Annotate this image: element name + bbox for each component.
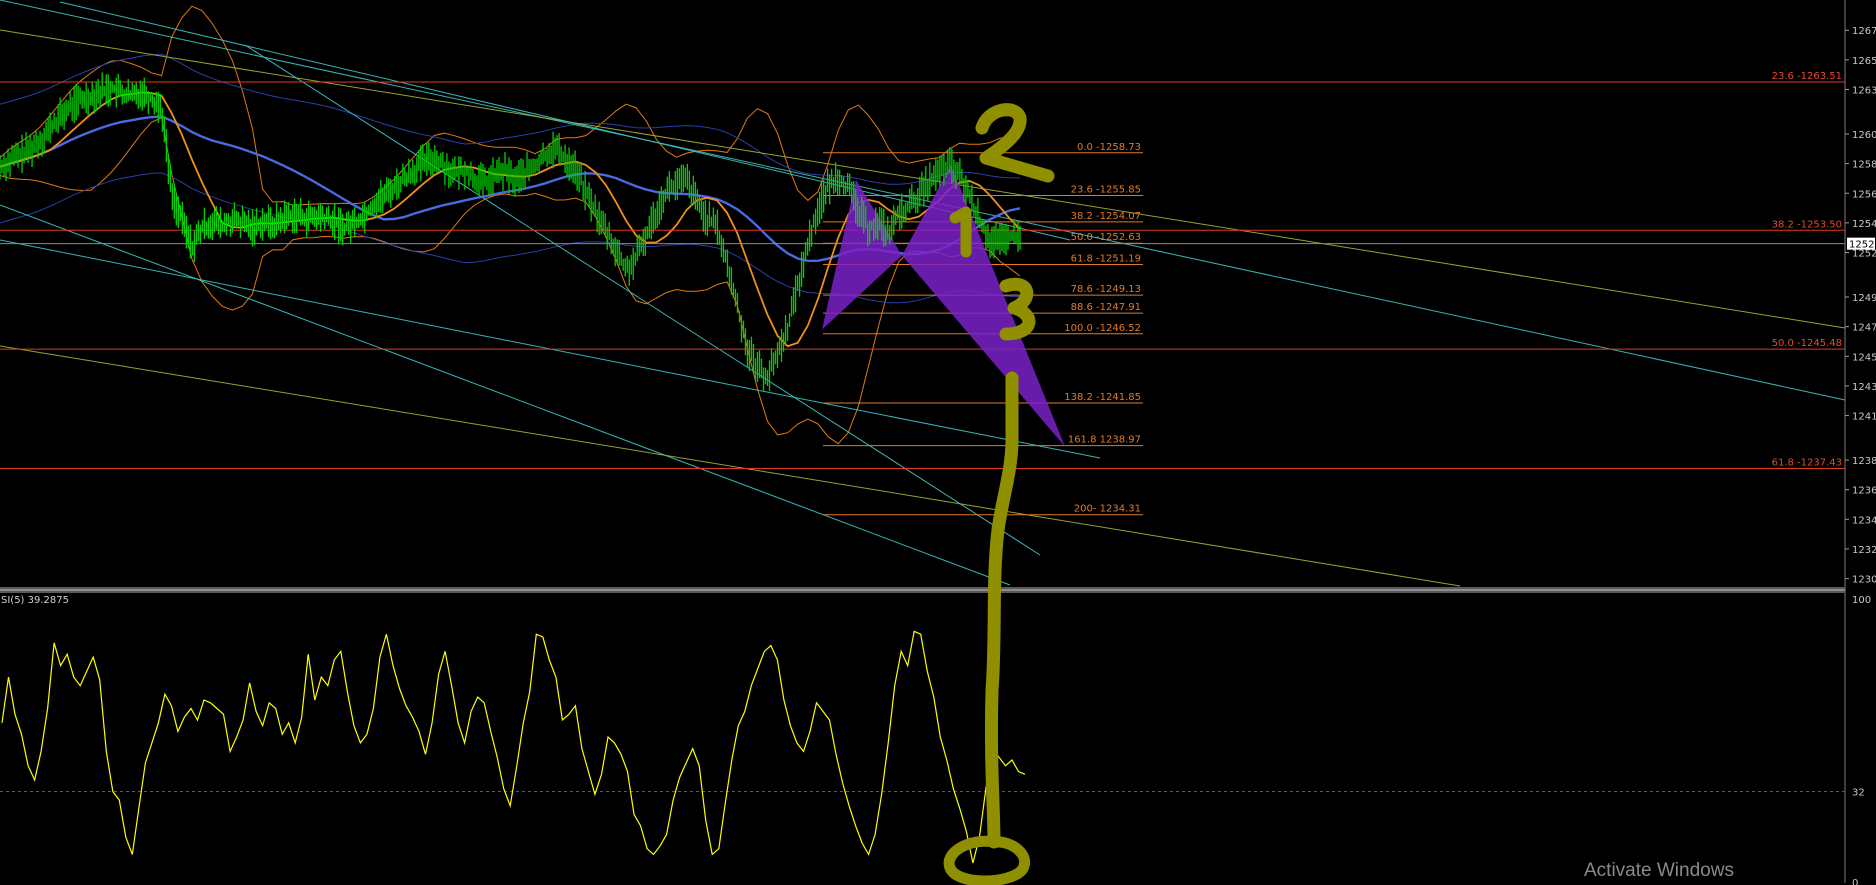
fib-short-level-label: 161.8 1238.97 bbox=[1068, 435, 1141, 446]
pattern-triangle-bcd bbox=[902, 165, 1065, 447]
annotation-vertical-stroke bbox=[984, 371, 1019, 849]
trend-lines bbox=[0, 0, 1846, 587]
fib-short-level-label: 38.2 -1254.07 bbox=[1071, 211, 1141, 222]
activate-windows-watermark: Activate Windows bbox=[1584, 860, 1734, 881]
price-axis-tick-label: 1241 bbox=[1852, 412, 1876, 423]
price-axis-tick-label: 1247 bbox=[1852, 323, 1876, 334]
fib-long-level-label: 38.2 -1253.50 bbox=[1772, 219, 1842, 230]
rsi-panel: SI(5) 39.2875 100 32 0 bbox=[0, 595, 1871, 885]
price-axis-tick-label: 1256 bbox=[1852, 189, 1876, 200]
fib-short-level-label: 138.2 -1241.85 bbox=[1064, 392, 1141, 403]
fib-short-level-label: 100.0 -1246.52 bbox=[1064, 323, 1141, 334]
annotation-loop bbox=[943, 835, 1030, 885]
rsi-axis-tick-label: 32 bbox=[1852, 787, 1865, 798]
price-axis-tick-label: 1260 bbox=[1852, 130, 1876, 141]
price-axis-tick-label: 1245 bbox=[1852, 352, 1876, 363]
price-axis-tick-label: 1254 bbox=[1852, 219, 1876, 230]
current-price-label: 1252 bbox=[1849, 240, 1874, 251]
annotation-2-mark bbox=[975, 103, 1055, 183]
rsi-title: SI(5) 39.2875 bbox=[1, 595, 69, 606]
price-axis-tick-label: 1230 bbox=[1852, 575, 1876, 586]
fibonacci-levels: 23.6 -1263.51 38.2 -1253.50 50.0 -1245.48 6… bbox=[0, 71, 1845, 516]
price-axis-tick-label: 1263 bbox=[1852, 86, 1876, 97]
fib-short-level-label: 61.8 -1251.19 bbox=[1071, 254, 1141, 265]
trend-line-7 bbox=[59, 1, 1071, 241]
trend-line-5 bbox=[0, 29, 1846, 329]
price-axis-tick-label: 1236 bbox=[1852, 486, 1876, 497]
rsi-axis-tick-label: 100 bbox=[1852, 595, 1871, 606]
price-chart: 23.6 -1263.51 38.2 -1253.50 50.0 -1245.48 6… bbox=[0, 0, 1876, 885]
rsi-axis-tick-label: 0 bbox=[1852, 878, 1858, 885]
fib-long-level-label: 61.8 -1237.43 bbox=[1772, 457, 1842, 468]
fib-short-level-label: 88.6 -1247.91 bbox=[1071, 302, 1141, 313]
price-axis-tick-label: 1258 bbox=[1852, 160, 1876, 171]
fib-long-level-label: 23.6 -1263.51 bbox=[1772, 71, 1842, 82]
price-axis-tick-label: 1232 bbox=[1852, 545, 1876, 556]
price-axis-tick-label: 1265 bbox=[1852, 56, 1876, 67]
fib-short-level-label: 78.6 -1249.13 bbox=[1071, 284, 1141, 295]
price-axis: 1267 1265 1263 1260 1258 1256 1254 1252 1249 1247… bbox=[1844, 0, 1876, 883]
fib-short-level-label: 0.0 -1258.73 bbox=[1077, 142, 1141, 153]
trend-line-6 bbox=[0, 345, 1461, 587]
rsi-line bbox=[1, 630, 1026, 864]
fib-long-level-label: 50.0 -1245.48 bbox=[1772, 338, 1842, 349]
envelope-upper-line bbox=[0, 53, 1021, 185]
price-axis-tick-label: 1238 bbox=[1852, 456, 1876, 467]
price-axis-tick-label: 1267 bbox=[1852, 26, 1876, 37]
price-axis-tick-label: 1234 bbox=[1852, 515, 1876, 526]
hand-drawn-annotations: 213 bbox=[943, 103, 1055, 885]
fib-short-level-label: 200- 1234.31 bbox=[1074, 504, 1141, 515]
fib-short-level-label: 23.6 -1255.85 bbox=[1071, 184, 1141, 195]
fib-short-level-label: 50.0 -1252.63 bbox=[1071, 232, 1141, 243]
panel-separator bbox=[0, 587, 1845, 593]
price-axis-tick-label: 1249 bbox=[1852, 293, 1876, 304]
trend-line-1 bbox=[0, 0, 1846, 401]
price-axis-tick-label: 1243 bbox=[1852, 382, 1876, 393]
